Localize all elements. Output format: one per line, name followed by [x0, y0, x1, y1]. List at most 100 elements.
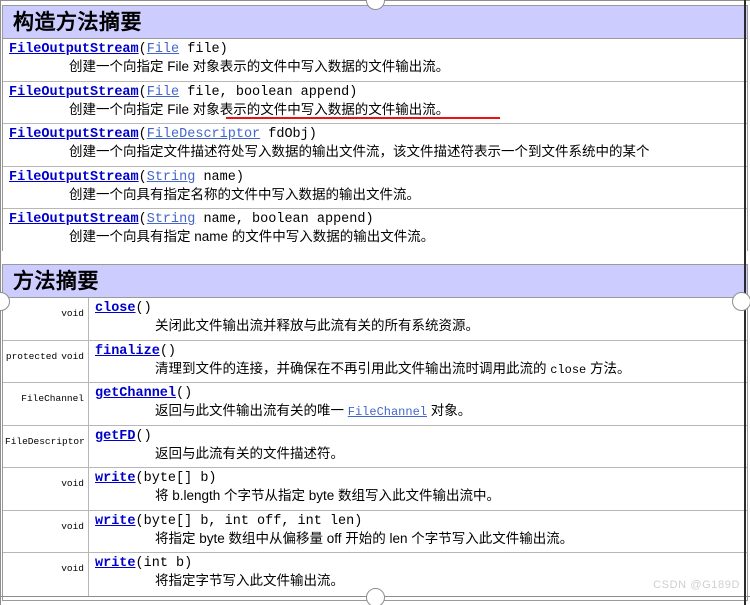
- constructor-link[interactable]: FileOutputStream: [9, 170, 139, 185]
- param-rest: fdObj): [260, 127, 317, 143]
- method-modifier: protected: [5, 350, 58, 362]
- desc-type-link[interactable]: FileChannel: [348, 405, 427, 419]
- method-params: (int b): [135, 556, 193, 571]
- table-row: FileDescriptor getFD() 返回与此流有关的文件描述符。: [3, 425, 747, 468]
- method-description: 返回与此文件输出流有关的唯一 FileChannel 对象。: [95, 402, 747, 421]
- method-type: void: [61, 563, 84, 574]
- constructor-description: 创建一个向具有指定 name 的文件中写入数据的输出文件流。: [69, 229, 435, 245]
- desc-pre: 关闭此文件输出流并释放与此流有关的所有系统资源。: [155, 318, 479, 333]
- screenshot-page: 构造方法摘要 FileOutputStream(File file) 创建一个向…: [0, 0, 750, 605]
- constructor-link[interactable]: FileOutputStream: [9, 85, 139, 100]
- method-link[interactable]: close: [95, 301, 136, 316]
- desc-post: 方法。: [586, 360, 631, 376]
- constructor-summary-title: 构造方法摘要: [13, 9, 142, 34]
- method-params: (byte[] b): [135, 471, 217, 486]
- red-annotation-underline: [226, 117, 500, 119]
- constructor-cell: FileOutputStream(File file) 创建一个向指定 File…: [3, 39, 747, 81]
- constructor-signature: FileOutputStream(String name, boolean ap…: [9, 211, 747, 228]
- method-params: (byte[] b, int off, int len): [135, 513, 363, 529]
- method-cell: getFD() 返回与此流有关的文件描述符。: [89, 426, 747, 468]
- method-description: 返回与此流有关的文件描述符。: [95, 445, 747, 464]
- method-type: void: [61, 478, 84, 489]
- method-link[interactable]: finalize: [95, 344, 160, 359]
- method-link[interactable]: getFD: [95, 429, 136, 444]
- constructor-signature: FileOutputStream(String name): [9, 169, 747, 186]
- constructor-link[interactable]: FileOutputStream: [9, 127, 139, 142]
- method-return-type: void: [3, 553, 89, 596]
- method-link[interactable]: write: [95, 471, 136, 486]
- method-signature: write(byte[] b, int off, int len): [95, 513, 747, 530]
- method-link[interactable]: write: [95, 556, 136, 571]
- constructor-signature: FileOutputStream(File file, boolean appe…: [9, 84, 747, 101]
- method-type: void: [61, 520, 84, 532]
- method-signature: write(byte[] b): [95, 470, 747, 487]
- paren-open: (: [138, 169, 147, 185]
- constructor-description: 创建一个向具有指定名称的文件中写入数据的输出文件流。: [69, 186, 420, 202]
- constructor-description: 创建一个向指定 File 对象表示的文件中写入数据的文件输出流。: [69, 101, 450, 117]
- param-type-link[interactable]: String: [147, 170, 196, 185]
- method-cell: getChannel() 返回与此文件输出流有关的唯一 FileChannel …: [89, 383, 747, 425]
- method-signature: close(): [95, 300, 747, 317]
- method-description: 清理到文件的连接，并确保在不再引用此文件输出流时调用此流的 close 方法。: [95, 360, 747, 379]
- method-cell: write(byte[] b, int off, int len) 将指定 by…: [89, 511, 747, 553]
- paren-open: (: [138, 84, 147, 100]
- param-type-link[interactable]: File: [147, 85, 179, 100]
- desc-pre: 清理到文件的连接，并确保在不再引用此文件输出流时调用此流的: [155, 360, 551, 376]
- method-type-link[interactable]: FileDescriptor: [5, 436, 85, 447]
- constructor-link[interactable]: FileOutputStream: [9, 212, 139, 227]
- method-params: (): [159, 343, 177, 359]
- method-signature: getFD(): [95, 428, 747, 445]
- table-row: void close() 关闭此文件输出流并释放与此流有关的所有系统资源。: [3, 298, 747, 341]
- desc-pre: 将 b.length 个字节从指定 byte 数组写入此文件输出流中。: [155, 488, 501, 503]
- method-type: void: [61, 308, 84, 319]
- param-rest: file, boolean append): [179, 84, 358, 100]
- desc-pre: 将指定字节写入此文件输出流。: [155, 573, 344, 588]
- constructor-cell: FileOutputStream(String name) 创建一个向具有指定名…: [3, 167, 747, 209]
- paren-open: (: [138, 212, 147, 228]
- param-rest: name): [195, 169, 244, 185]
- method-cell: finalize() 清理到文件的连接，并确保在不再引用此文件输出流时调用此流的…: [89, 341, 747, 383]
- table-row: protected void finalize() 清理到文件的连接，并确保在不…: [3, 340, 747, 383]
- method-return-type: void: [3, 298, 89, 340]
- table-row: FileOutputStream(FileDescriptor fdObj) 创…: [3, 124, 747, 167]
- table-row: void write(byte[] b, int off, int len) 将…: [3, 510, 747, 553]
- desc-pre: 将指定 byte 数组中从偏移量 off 开始的 len 个字节写入此文件输出流…: [155, 530, 574, 546]
- constructor-link[interactable]: FileOutputStream: [9, 42, 139, 57]
- param-rest: name, boolean append): [195, 212, 374, 228]
- param-type-link[interactable]: File: [147, 42, 179, 57]
- param-type-link[interactable]: String: [147, 212, 196, 227]
- method-type: void: [61, 350, 84, 362]
- method-return-type: void: [3, 510, 89, 552]
- method-description: 关闭此文件输出流并释放与此流有关的所有系统资源。: [95, 317, 747, 336]
- method-return-type: FileChannel: [3, 383, 89, 425]
- method-type-link[interactable]: FileChannel: [21, 393, 84, 404]
- method-description: 将指定 byte 数组中从偏移量 off 开始的 len 个字节写入此文件输出流…: [95, 530, 747, 549]
- constructor-cell: FileOutputStream(String name, boolean ap…: [3, 209, 747, 252]
- method-description: 将 b.length 个字节从指定 byte 数组写入此文件输出流中。: [95, 487, 747, 506]
- method-summary-header: 方法摘要: [3, 265, 747, 298]
- desc-pre: 返回与此文件输出流有关的唯一: [155, 403, 348, 418]
- method-link[interactable]: write: [95, 514, 136, 529]
- paren-open: (: [138, 127, 147, 143]
- param-rest: file): [179, 42, 228, 57]
- table-row: void write(byte[] b) 将 b.length 个字节从指定 b…: [3, 468, 747, 511]
- crop-handle-bottom[interactable]: [366, 588, 385, 605]
- paren-open: (: [138, 42, 147, 57]
- constructor-cell: FileOutputStream(FileDescriptor fdObj) 创…: [3, 124, 747, 166]
- method-cell: close() 关闭此文件输出流并释放与此流有关的所有系统资源。: [89, 298, 747, 340]
- method-signature: write(int b): [95, 555, 747, 572]
- method-params: (): [135, 301, 152, 316]
- method-return-type: void: [3, 468, 89, 510]
- method-signature: getChannel(): [95, 385, 747, 402]
- table-row: FileOutputStream(String name) 创建一个向具有指定名…: [3, 166, 747, 210]
- method-summary-title: 方法摘要: [13, 268, 99, 293]
- method-cell: write(int b) 将指定字节写入此文件输出流。: [89, 553, 747, 596]
- table-row: FileOutputStream(File file) 创建一个向指定 File…: [3, 39, 747, 82]
- crop-handle-right[interactable]: [732, 292, 750, 311]
- method-params: (): [176, 386, 193, 401]
- constructor-description: 创建一个向指定文件描述符处写入数据的输出文件流，该文件描述符表示一个到文件系统中…: [69, 144, 650, 160]
- constructor-summary-header: 构造方法摘要: [3, 6, 747, 39]
- param-type-link[interactable]: FileDescriptor: [147, 127, 260, 142]
- table-row: FileOutputStream(String name, boolean ap…: [3, 209, 747, 252]
- method-link[interactable]: getChannel: [95, 386, 176, 401]
